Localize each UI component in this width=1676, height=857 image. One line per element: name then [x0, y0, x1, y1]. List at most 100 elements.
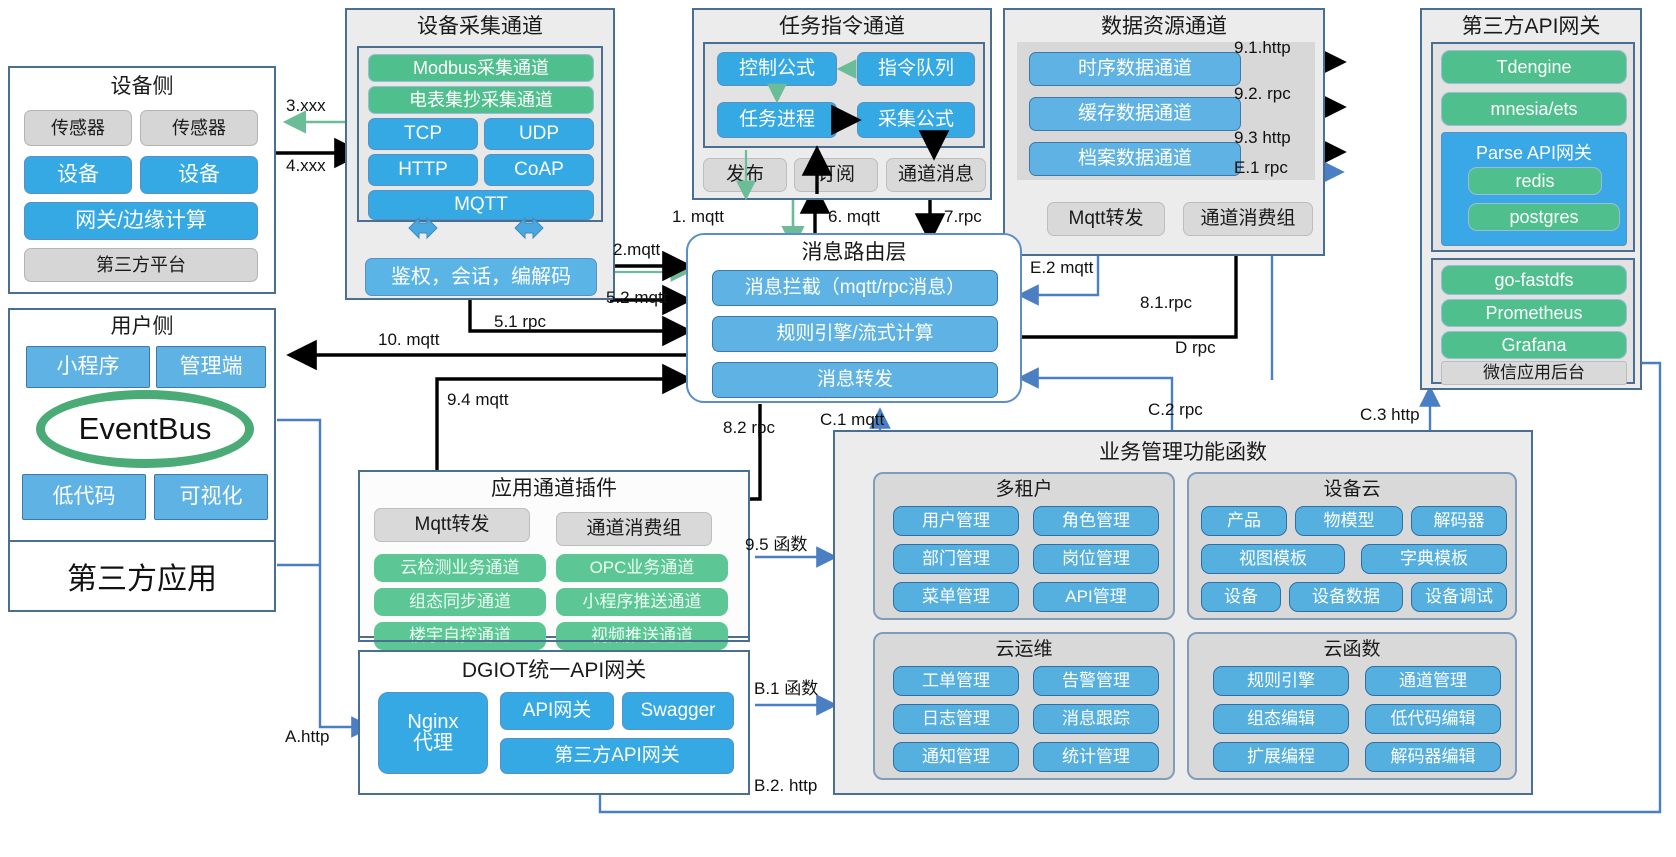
tdengine-chip[interactable]: Tdengine	[1441, 50, 1627, 84]
archive-channel[interactable]: 档案数据通道	[1029, 142, 1241, 176]
view-template-chip[interactable]: 视图模板	[1201, 544, 1345, 574]
device-data-chip[interactable]: 设备数据	[1289, 582, 1403, 612]
cloud-function-group: 云函数 规则引擎 通道管理 组态编辑 低代码编辑 扩展编程 解码器编辑	[1187, 632, 1517, 780]
device-2[interactable]: 设备	[140, 156, 258, 194]
edge-label-93http: 9.3 http	[1234, 128, 1291, 147]
data-channel-consumer-group[interactable]: 通道消费组	[1183, 202, 1313, 236]
device-1[interactable]: 设备	[24, 156, 132, 194]
edge-label-82rpc: 8.2 rpc	[723, 418, 775, 437]
task-command-channel-panel: 任务指令通道 控制公式 指令队列 任务进程 采集公式 发布 订阅 通道消息	[692, 8, 992, 201]
multitenant-title: 多租户	[995, 479, 1053, 500]
dgiot-api-gateway-panel: DGIOT统一API网关 Nginx 代理 API网关 Swagger 第三方A…	[358, 650, 750, 795]
role-management[interactable]: 角色管理	[1033, 506, 1159, 536]
message-trace[interactable]: 消息跟踪	[1033, 704, 1159, 734]
edge-label-7rpc: 7.rpc	[944, 207, 982, 226]
data-mqtt-forward[interactable]: Mqtt转发	[1047, 202, 1165, 236]
task-down-arrows	[736, 130, 950, 201]
third-api-gateway-chip[interactable]: 第三方API网关	[500, 738, 734, 774]
architecture-diagram: 设备侧 传感器 传感器 设备 设备 网关/边缘计算 第三方平台 用户侧 小程序 …	[0, 0, 1676, 857]
config-edit-chip[interactable]: 组态编辑	[1213, 704, 1349, 734]
decoder-edit-chip[interactable]: 解码器编辑	[1365, 742, 1501, 772]
data-resource-title: 数据资源通道	[1101, 15, 1227, 38]
nginx-proxy[interactable]: Nginx 代理	[378, 692, 488, 774]
edge-label-1mqtt: 1. mqtt	[672, 207, 724, 226]
user-side-panel: 用户侧 小程序 管理端 EventBus 低代码 可视化	[8, 308, 276, 542]
edge-label-6mqtt: 6. mqtt	[828, 207, 880, 226]
dict-template-chip[interactable]: 字典模板	[1361, 544, 1507, 574]
menu-management[interactable]: 菜单管理	[893, 582, 1019, 612]
edge-label-C3http: C.3 http	[1360, 405, 1420, 424]
third-api-group-1: Tdengine mnesia/ets Parse API网关 redis po…	[1431, 42, 1635, 252]
edge-label-51rpc: 5.1 rpc	[494, 312, 546, 331]
cloud-function-title: 云函数	[1323, 639, 1381, 660]
app-plugin-title: 应用通道插件	[491, 477, 617, 500]
config-sync-channel[interactable]: 组态同步通道	[374, 588, 546, 616]
user-side-admin[interactable]: 管理端	[156, 346, 266, 388]
product-chip[interactable]: 产品	[1201, 506, 1287, 536]
miniprogram-push-channel[interactable]: 小程序推送通道	[556, 588, 728, 616]
multitenant-group: 多租户 用户管理 角色管理 部门管理 岗位管理 菜单管理 API管理	[873, 472, 1175, 620]
lowcode-edit-chip[interactable]: 低代码编辑	[1365, 704, 1501, 734]
grafana-chip[interactable]: Grafana	[1441, 331, 1627, 359]
message-router-title: 消息路由层	[801, 241, 907, 264]
plugin-mqtt-forward[interactable]: Mqtt转发	[374, 508, 530, 542]
redis-chip[interactable]: redis	[1468, 167, 1602, 195]
decoder-chip[interactable]: 解码器	[1411, 506, 1507, 536]
edge-label-Ahttp: A.http	[285, 727, 330, 746]
nginx-proxy-label: 代理	[413, 732, 453, 754]
workorder-management[interactable]: 工单管理	[893, 666, 1019, 696]
plugin-channel-consumer-group[interactable]: 通道消费组	[556, 512, 712, 546]
rule-engine-stream[interactable]: 规则引擎/流式计算	[712, 316, 998, 352]
device-chip[interactable]: 设备	[1201, 582, 1281, 612]
auth-session-codec[interactable]: 鉴权，会话，编解码	[365, 258, 597, 296]
swagger-chip[interactable]: Swagger	[622, 692, 734, 730]
message-intercept[interactable]: 消息拦截（mqtt/rpc消息）	[712, 270, 998, 306]
message-forward[interactable]: 消息转发	[712, 362, 998, 398]
third-party-api-gateway-panel: 第三方API网关 Tdengine mnesia/ets Parse API网关…	[1420, 8, 1642, 390]
go-fastdfs-chip[interactable]: go-fastdfs	[1441, 265, 1627, 295]
third-party-app-title: 第三方应用	[67, 563, 217, 596]
channel-management-chip[interactable]: 通道管理	[1365, 666, 1501, 696]
position-management[interactable]: 岗位管理	[1033, 544, 1159, 574]
wechat-backend-chip[interactable]: 微信应用后台	[1441, 361, 1627, 385]
extension-programming-chip[interactable]: 扩展编程	[1213, 742, 1349, 772]
gateway-edge-compute[interactable]: 网关/边缘计算	[24, 202, 258, 240]
thing-model-chip[interactable]: 物模型	[1295, 506, 1403, 536]
sensor-2[interactable]: 传感器	[140, 110, 258, 146]
edge-label-E1rpc: E.1 rpc	[1234, 158, 1288, 177]
building-automation-channel[interactable]: 楼宇自控通道	[374, 622, 546, 650]
postgres-chip[interactable]: postgres	[1468, 203, 1620, 231]
user-management[interactable]: 用户管理	[893, 506, 1019, 536]
api-gateway-chip[interactable]: API网关	[500, 692, 614, 730]
app-channel-plugin-panel: 应用通道插件 Mqtt转发 通道消费组 云检测业务通道 OPC业务通道 组态同步…	[358, 470, 750, 650]
timeseries-channel[interactable]: 时序数据通道	[1029, 52, 1241, 86]
cloud-inspect-channel[interactable]: 云检测业务通道	[374, 554, 546, 582]
sensor-1[interactable]: 传感器	[24, 110, 132, 146]
cache-channel[interactable]: 缓存数据通道	[1029, 97, 1241, 131]
device-side-panel-box: 设备侧 传感器 传感器 设备 设备 网关/边缘计算 第三方平台	[8, 66, 276, 294]
device-debug-chip[interactable]: 设备调试	[1411, 582, 1507, 612]
parse-api-gateway-box[interactable]: Parse API网关 redis postgres	[1441, 132, 1627, 246]
alarm-management[interactable]: 告警管理	[1033, 666, 1159, 696]
video-push-channel[interactable]: 视频推送通道	[556, 622, 728, 650]
stats-management[interactable]: 统计管理	[1033, 742, 1159, 772]
prometheus-chip[interactable]: Prometheus	[1441, 299, 1627, 327]
user-side-visualization[interactable]: 可视化	[154, 474, 268, 520]
cloud-ops-group: 云运维 工单管理 告警管理 日志管理 消息跟踪 通知管理 统计管理	[873, 632, 1175, 780]
edge-label-C1mqtt: C.1 mqtt	[820, 410, 885, 429]
edge-label-81rpc: 8.1.rpc	[1140, 293, 1192, 312]
rule-engine-chip[interactable]: 规则引擎	[1213, 666, 1349, 696]
user-side-lowcode[interactable]: 低代码	[22, 474, 146, 520]
user-side-miniprogram[interactable]: 小程序	[26, 346, 150, 388]
parse-api-gateway-label: Parse API网关	[1475, 143, 1593, 163]
notify-management[interactable]: 通知管理	[893, 742, 1019, 772]
third-party-platform[interactable]: 第三方平台	[24, 248, 258, 282]
mnesia-ets-chip[interactable]: mnesia/ets	[1441, 92, 1627, 126]
log-management[interactable]: 日志管理	[893, 704, 1019, 734]
api-management[interactable]: API管理	[1033, 582, 1159, 612]
edge-label-10mqtt: 10. mqtt	[378, 330, 440, 349]
opc-channel[interactable]: OPC业务通道	[556, 554, 728, 582]
device-cloud-group: 设备云 产品 物模型 解码器 视图模板 字典模板 设备 设备数据 设备调试	[1187, 472, 1517, 620]
department-management[interactable]: 部门管理	[893, 544, 1019, 574]
edge-label-B1fn: B.1 函数	[754, 679, 819, 698]
